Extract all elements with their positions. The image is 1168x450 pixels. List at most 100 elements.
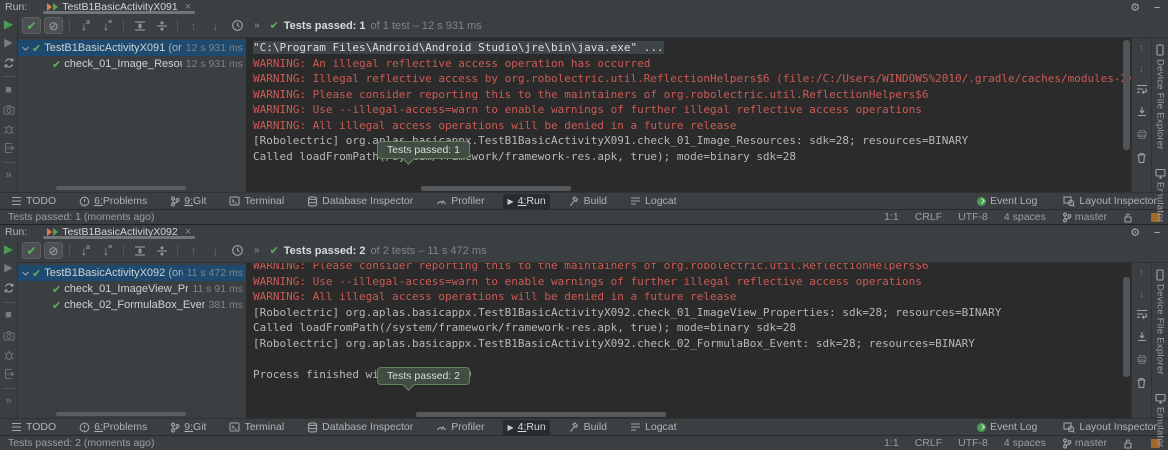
gear-icon[interactable]: ⚙ (1130, 226, 1140, 239)
toolwindow-problems[interactable]: 6: Problems (75, 420, 151, 435)
indent-setting[interactable]: 4 spaces (1004, 437, 1046, 449)
stop-button[interactable]: ■ (2, 310, 16, 323)
console-output[interactable]: WARNING: Please consider reporting this … (246, 263, 1131, 418)
test-tree-row-case[interactable]: ✔ check_01_ImageView_Properties 11 s 91 … (18, 281, 246, 297)
chevron-down-icon[interactable] (21, 44, 30, 53)
device-file-explorer-button[interactable]: Device File Explorer (1155, 44, 1166, 150)
down-arrow-icon[interactable]: ↓ (1139, 288, 1145, 300)
layout-inspector-button[interactable]: Layout Inspector (1059, 420, 1161, 435)
sort-by-duration-button[interactable]: ↓≡ (98, 242, 117, 259)
test-history-button[interactable] (228, 242, 247, 259)
import-test-results-button[interactable] (2, 368, 16, 381)
screenshot-button[interactable] (2, 329, 16, 342)
up-arrow-icon[interactable]: ↑ (1139, 267, 1145, 279)
rerun-button[interactable]: ▶ (2, 243, 16, 256)
toolwindow-build[interactable]: Build (565, 194, 611, 209)
toolwindow-profiler[interactable]: Profiler (432, 420, 488, 435)
event-log-button[interactable]: Event Log (973, 194, 1041, 209)
attach-debugger-icon[interactable] (2, 349, 16, 362)
toggle-auto-test-icon[interactable] (2, 57, 16, 69)
chevron-down-icon[interactable] (21, 269, 30, 278)
scroll-to-end-icon[interactable] (1136, 106, 1148, 120)
git-branch-widget[interactable]: master (1062, 437, 1107, 449)
clear-console-icon[interactable] (1136, 152, 1147, 167)
screenshot-button[interactable] (2, 104, 16, 116)
toggle-auto-test-icon[interactable] (2, 282, 16, 295)
toolwindow-build[interactable]: Build (565, 420, 611, 435)
show-passed-button[interactable]: ✔ (22, 17, 41, 34)
previous-occurrence-button[interactable]: ↑ (184, 17, 203, 34)
git-branch-widget[interactable]: master (1062, 211, 1107, 223)
test-tree-row-root[interactable]: ✔ TestB1BasicActivityX091 (org.aplas.t 1… (18, 40, 246, 56)
hide-stripe-icon[interactable]: » (2, 170, 16, 182)
down-arrow-icon[interactable]: ↓ (1139, 63, 1145, 75)
print-icon[interactable] (1136, 129, 1148, 143)
run-tab-x091[interactable]: TestB1BasicActivityX091 × (41, 0, 197, 14)
toolwindow-database-inspector[interactable]: Database Inspector (303, 194, 417, 209)
more-toolbar-icon[interactable]: » (254, 245, 259, 256)
sort-by-duration-button[interactable]: ↓≡ (98, 17, 117, 34)
test-tree-row-case[interactable]: ✔ check_02_FormulaBox_Event 381 ms (18, 297, 246, 313)
minimize-icon[interactable]: – (1154, 1, 1160, 13)
layout-inspector-button[interactable]: Layout Inspector (1059, 194, 1161, 209)
collapse-all-button[interactable] (152, 17, 171, 34)
clear-console-icon[interactable] (1136, 377, 1147, 392)
toolwindow-terminal[interactable]: Terminal (225, 420, 288, 435)
test-history-button[interactable] (228, 17, 247, 34)
lock-icon[interactable] (1123, 438, 1133, 449)
caret-position[interactable]: 1:1 (884, 211, 899, 223)
toolwindow-run[interactable]: ▶ 4: Run (503, 420, 549, 435)
show-passed-button[interactable]: ✔ (22, 242, 41, 259)
toolwindow-git[interactable]: 9: Git (166, 194, 210, 209)
test-tree-row-root[interactable]: ✔ TestB1BasicActivityX092 (org.aplas.t 1… (18, 265, 246, 281)
run-tab-x092[interactable]: TestB1BasicActivityX092 × (41, 225, 197, 239)
rerun-button[interactable]: ▶ (2, 18, 16, 30)
next-occurrence-button[interactable]: ↓ (206, 17, 225, 34)
line-ending[interactable]: CRLF (915, 437, 942, 449)
hide-stripe-icon[interactable]: » (2, 396, 16, 409)
stop-button[interactable]: ■ (2, 84, 16, 96)
console-output[interactable]: "C:\Program Files\Android\Android Studio… (246, 38, 1131, 192)
file-encoding[interactable]: UTF-8 (958, 437, 988, 449)
soft-wrap-icon[interactable] (1136, 309, 1148, 322)
sort-alphabetically-button[interactable]: ↓a (76, 17, 95, 34)
rerun-failed-tests-button[interactable]: ▶ (2, 263, 16, 276)
previous-occurrence-button[interactable]: ↑ (184, 242, 203, 259)
file-encoding[interactable]: UTF-8 (958, 211, 988, 223)
console-vertical-scrollbar[interactable] (1123, 40, 1130, 150)
toolwindow-terminal[interactable]: Terminal (225, 194, 288, 209)
minimize-icon[interactable]: – (1154, 226, 1160, 238)
tree-horizontal-scrollbar[interactable] (56, 186, 186, 190)
lock-icon[interactable] (1123, 212, 1133, 223)
up-arrow-icon[interactable]: ↑ (1139, 42, 1145, 54)
rerun-failed-tests-button[interactable]: ▶ (2, 37, 16, 49)
toolwindow-logcat[interactable]: Logcat (626, 194, 681, 209)
collapse-all-button[interactable] (152, 242, 171, 259)
toolwindow-profiler[interactable]: Profiler (432, 194, 488, 209)
scroll-to-end-icon[interactable] (1136, 331, 1148, 345)
toolwindow-todo[interactable]: TODO (7, 420, 60, 435)
event-log-button[interactable]: Event Log (973, 420, 1041, 435)
device-file-explorer-button[interactable]: Device File Explorer (1155, 269, 1166, 375)
console-vertical-scrollbar[interactable] (1123, 277, 1130, 377)
console-horizontal-scrollbar[interactable] (416, 412, 666, 417)
test-tree-row-case[interactable]: ✔ check_01_Image_Resources 12 s 931 ms (18, 56, 246, 72)
toolwindow-todo[interactable]: TODO (7, 194, 60, 209)
tree-horizontal-scrollbar[interactable] (56, 412, 186, 416)
soft-wrap-icon[interactable] (1136, 84, 1148, 97)
gear-icon[interactable]: ⚙ (1130, 1, 1140, 14)
expand-all-button[interactable] (130, 17, 149, 34)
line-ending[interactable]: CRLF (915, 211, 942, 223)
toolwindow-logcat[interactable]: Logcat (626, 420, 681, 435)
print-icon[interactable] (1136, 354, 1148, 368)
show-ignored-button[interactable]: ⊘ (44, 17, 63, 34)
console-horizontal-scrollbar[interactable] (421, 186, 571, 191)
toolwindow-database-inspector[interactable]: Database Inspector (303, 420, 417, 435)
toolwindow-git[interactable]: 9: Git (166, 420, 210, 435)
expand-all-button[interactable] (130, 242, 149, 259)
sort-alphabetically-button[interactable]: ↓a (76, 242, 95, 259)
caret-position[interactable]: 1:1 (884, 437, 899, 449)
show-ignored-button[interactable]: ⊘ (44, 242, 63, 259)
toolwindow-problems[interactable]: 6: Problems (75, 194, 151, 209)
next-occurrence-button[interactable]: ↓ (206, 242, 225, 259)
